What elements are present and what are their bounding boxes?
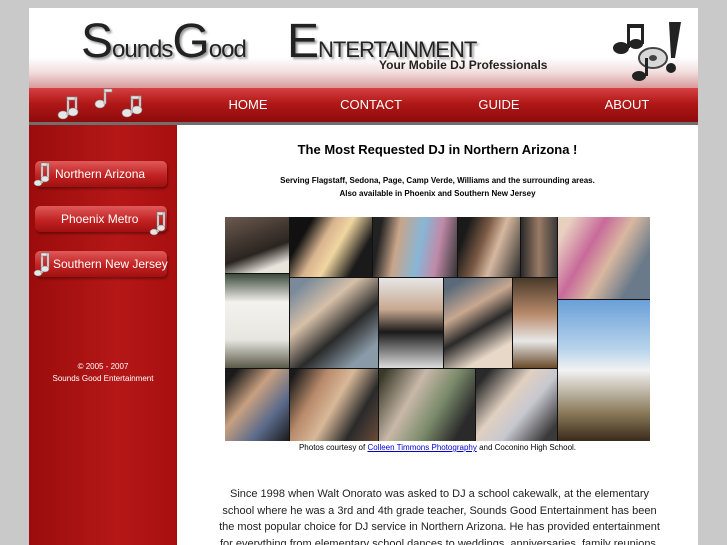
- nav-guide[interactable]: GUIDE: [461, 88, 537, 122]
- collage-photo: [521, 217, 557, 277]
- collage-photo: [513, 278, 557, 368]
- photo-credit-prefix: Photos courtesy of: [298, 443, 368, 452]
- service-area-text: Serving Flagstaff, Sedona, Page, Camp Ve…: [177, 174, 698, 200]
- sidebar-button-southern-new-jersey[interactable]: Southern New Jersey: [33, 251, 168, 277]
- photographer-link[interactable]: Colleen Timmons Photography: [367, 443, 476, 452]
- page-headline: The Most Requested DJ in Northern Arizon…: [297, 142, 578, 157]
- nav-about[interactable]: ABOUT: [589, 88, 665, 122]
- service-area-line: Also available in Phoenix and Southern N…: [339, 189, 536, 198]
- tagline: Your Mobile DJ Professionals: [379, 58, 548, 72]
- intro-paragraph: Since 1998 when Walt Onorato was asked t…: [219, 488, 660, 545]
- logo-wordmark-sounds-good[interactable]: SoundsGood: [81, 14, 247, 69]
- photo-credit-suffix: and Coconino High School.: [476, 443, 577, 452]
- logo-text-ood: ood: [208, 36, 247, 63]
- collage-photo: [290, 217, 372, 277]
- collage-photo: [373, 217, 457, 277]
- main-content: The Most Requested DJ in Northern Arizon…: [177, 125, 698, 545]
- collage-photo: [225, 217, 289, 273]
- nav-contact[interactable]: CONTACT: [329, 88, 413, 122]
- site-header: SoundsGood ENTERTAINMENT Your Mobile DJ …: [29, 8, 698, 88]
- collage-photo: [290, 369, 378, 441]
- collage-photo: [458, 217, 520, 277]
- main-nav: HOME CONTACT GUIDE ABOUT: [29, 88, 698, 122]
- collage-photo: [558, 217, 650, 299]
- collage-photo: [225, 274, 289, 368]
- collage-photo: [558, 300, 650, 441]
- nav-home[interactable]: HOME: [209, 88, 287, 122]
- copyright-years: © 2005 - 2007: [77, 362, 129, 371]
- music-notes-exclamation-icon: [613, 22, 681, 81]
- sidebar-button-phoenix-metro[interactable]: Phoenix Metro: [35, 206, 167, 236]
- service-area-line: Serving Flagstaff, Sedona, Page, Camp Ve…: [280, 176, 595, 185]
- logo-text-ounds: ounds: [112, 36, 173, 63]
- music-note-icon: [33, 252, 50, 277]
- collage-photo: [379, 369, 475, 441]
- photo-collage: [225, 217, 650, 441]
- music-note-icon: [149, 211, 166, 236]
- photo-credit: Photos courtesy of Colleen Timmons Photo…: [177, 443, 698, 452]
- sidebar-button-label: Northern Arizona: [55, 167, 146, 181]
- music-notes-icon: [57, 88, 143, 120]
- page-container: SoundsGood ENTERTAINMENT Your Mobile DJ …: [29, 8, 698, 545]
- logo-letter-s: S: [81, 15, 113, 68]
- logo-letter-e: E: [287, 15, 319, 68]
- sidebar: Northern Arizona Phoenix Metro Southern …: [29, 125, 177, 545]
- logo-letter-g: G: [172, 15, 209, 68]
- sidebar-button-northern-arizona[interactable]: Northern Arizona: [33, 161, 167, 187]
- collage-photo: [225, 369, 289, 441]
- collage-photo: [476, 369, 557, 441]
- copyright: © 2005 - 2007 Sounds Good Entertainment: [29, 361, 177, 385]
- sidebar-button-label: Phoenix Metro: [61, 212, 139, 226]
- collage-photo: [290, 278, 378, 368]
- copyright-owner: Sounds Good Entertainment: [52, 374, 154, 383]
- sidebar-button-label: Southern New Jersey: [53, 257, 168, 271]
- collage-photo: [379, 278, 443, 368]
- music-note-icon: [33, 162, 50, 187]
- collage-photo: [444, 278, 512, 368]
